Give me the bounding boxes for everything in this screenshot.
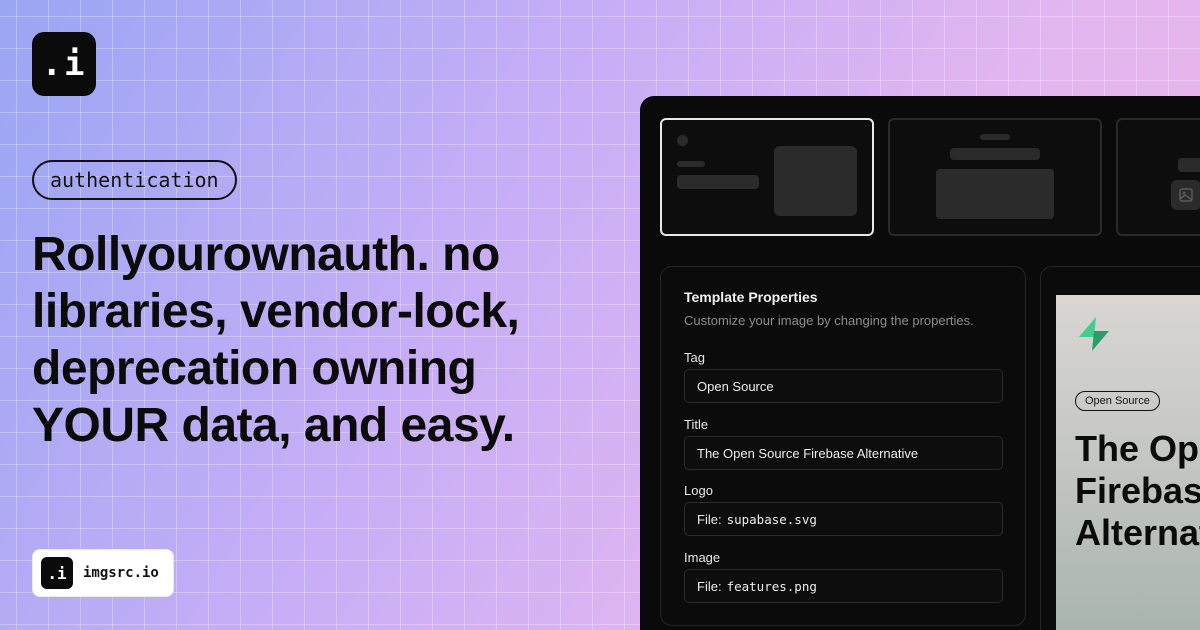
template-thumbnail-1[interactable]: [660, 118, 874, 236]
thumb-line: [677, 161, 705, 167]
logo-file-input[interactable]: File: supabase.svg: [684, 502, 1003, 536]
preview-tag: Open Source: [1075, 391, 1160, 411]
logo-file-name: supabase.svg: [726, 511, 817, 527]
image-file-input[interactable]: File: features.png: [684, 569, 1003, 603]
thumb-image-block: [774, 146, 857, 216]
field-label-logo: Logo: [684, 483, 713, 498]
tag-input-value: Open Source: [697, 378, 774, 394]
supabase-bolt-icon: [1075, 315, 1113, 358]
thumb-line: [950, 148, 1040, 160]
field-label-tag: Tag: [684, 350, 705, 365]
template-thumbnail-3[interactable]: [1116, 118, 1200, 236]
preview-image: Open Source The Open Source Firebase Alt…: [1056, 295, 1200, 630]
image-placeholder-icon: [1171, 180, 1200, 210]
properties-title: Template Properties: [684, 289, 818, 305]
thumb-line: [1178, 158, 1200, 172]
brand-badge[interactable]: .i imgsrc.io: [32, 549, 174, 597]
image-file-name: features.png: [726, 578, 817, 594]
image-file-prefix: File:: [697, 578, 722, 594]
thumb-line: [677, 175, 759, 189]
field-label-image: Image: [684, 550, 721, 565]
thumb-dot: [677, 135, 688, 146]
preview-title: The Open Source Firebase Alternative: [1075, 428, 1200, 553]
title-input-value: The Open Source Firebase Alternative: [697, 445, 919, 461]
title-input[interactable]: The Open Source Firebase Alternative: [684, 436, 1003, 470]
template-thumbnail-2[interactable]: [888, 118, 1102, 236]
headline: Rollyourownauth. no libraries, vendor-lo…: [32, 228, 520, 452]
editor-panel: Template Properties Customize your image…: [640, 96, 1200, 630]
app-logo: .i: [32, 32, 96, 96]
brand-name: imgsrc.io: [83, 565, 159, 581]
thumb-image-block: [936, 169, 1054, 219]
brand-mark-icon: .i: [41, 557, 73, 589]
field-label-title: Title: [684, 417, 709, 432]
properties-subtitle: Customize your image by changing the pro…: [684, 313, 974, 328]
logo-file-prefix: File:: [697, 511, 722, 527]
category-tag: authentication: [32, 160, 237, 200]
template-properties-card: Template Properties Customize your image…: [660, 266, 1026, 626]
tag-input[interactable]: Open Source: [684, 369, 1003, 403]
thumb-line: [980, 134, 1010, 140]
